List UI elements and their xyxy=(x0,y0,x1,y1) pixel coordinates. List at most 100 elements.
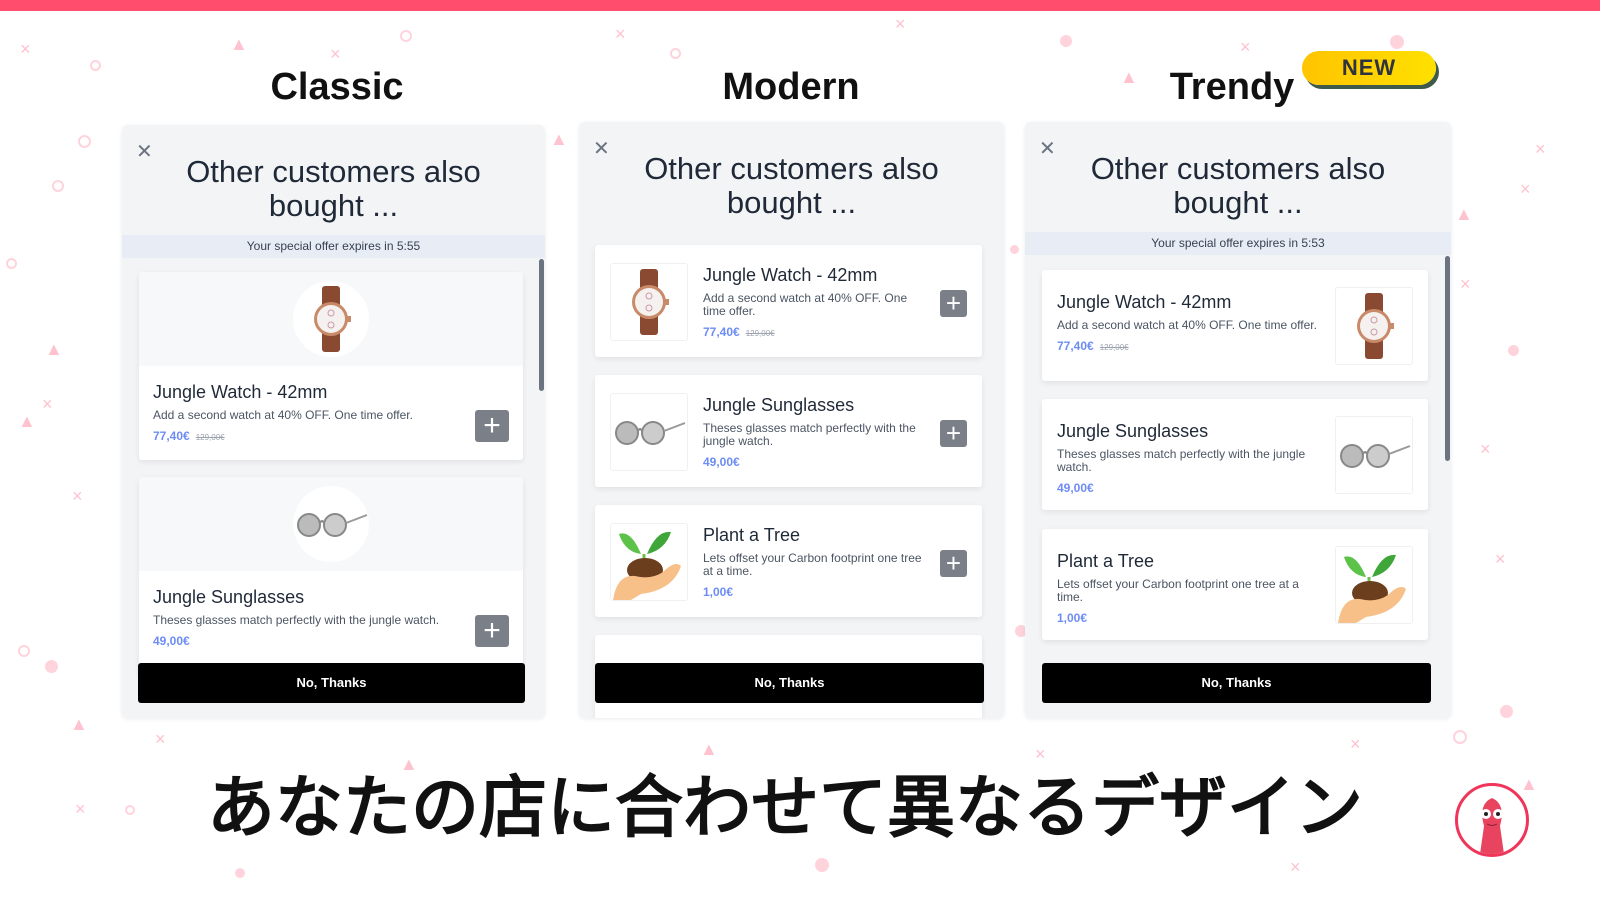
confetti-shape: × xyxy=(1495,549,1506,569)
confetti-dot xyxy=(90,60,101,71)
trendy-popup: ✕ Other customers also bought ... Your s… xyxy=(1025,122,1451,718)
product-description: Add a second watch at 40% OFF. One time … xyxy=(1057,318,1317,332)
confetti-dot xyxy=(1500,705,1513,718)
add-product-button[interactable]: + xyxy=(940,290,967,317)
product-description: Theses glasses match perfectly with the … xyxy=(1057,447,1306,474)
confetti-shape: ▲ xyxy=(70,714,88,734)
confetti-shape: × xyxy=(1535,139,1546,159)
sale-price: 77,40€ xyxy=(703,325,740,339)
classic-popup: ✕ Other customers also bought ... Your s… xyxy=(122,125,545,718)
add-product-button[interactable]: + xyxy=(475,410,509,442)
confetti-shape: ▲ xyxy=(45,339,63,359)
confetti-shape: × xyxy=(1480,439,1491,459)
product-price: 1,00€ xyxy=(703,585,928,599)
confetti-shape: ▲ xyxy=(230,34,248,54)
sale-price: 49,00€ xyxy=(703,455,740,469)
confetti-shape: × xyxy=(895,14,906,34)
confetti-shape: × xyxy=(155,729,166,749)
product-name: Plant a Tree xyxy=(1057,551,1155,571)
no-thanks-button[interactable]: No, Thanks xyxy=(138,663,525,703)
confetti-shape: × xyxy=(1350,734,1361,754)
confetti-dot xyxy=(45,660,58,673)
product-price: 49,00€ xyxy=(703,455,928,469)
watch-icon xyxy=(293,281,369,357)
confetti-dot xyxy=(670,48,681,59)
product-description: Add a second watch at 40% OFF. One time … xyxy=(153,408,413,422)
confetti-dot xyxy=(235,868,245,878)
mascot-avatar xyxy=(1455,783,1529,857)
product-card: Jungle Sunglasses Theses glasses match p… xyxy=(139,477,523,677)
plant-in-hand-icon xyxy=(610,523,688,601)
original-price: 129,00€ xyxy=(195,433,225,442)
confetti-shape: × xyxy=(615,24,626,44)
product-description: Lets offset your Carbon footprint one tr… xyxy=(1057,577,1299,604)
popup-title: Other customers also bought ... xyxy=(186,154,481,223)
product-price: 49,00€ xyxy=(153,634,463,648)
popup-title: Other customers also bought ... xyxy=(644,151,939,220)
product-price: 1,00€ xyxy=(1057,611,1322,625)
original-price: 129,00€ xyxy=(745,329,775,338)
confetti-dot xyxy=(815,858,829,872)
confetti-dot xyxy=(18,645,30,657)
product-price: 77,40€ 129,00€ xyxy=(1057,339,1322,353)
top-accent-bar xyxy=(0,0,1600,11)
sale-price: 49,00€ xyxy=(1057,481,1094,495)
no-thanks-button[interactable]: No, Thanks xyxy=(1042,663,1431,703)
sale-price: 77,40€ xyxy=(153,429,190,443)
product-card: Jungle Sunglasses Theses glasses match p… xyxy=(1042,399,1428,510)
offer-timer: Your special offer expires in 5:55 xyxy=(122,235,545,258)
confetti-dot xyxy=(400,30,412,42)
title-classic: Classic xyxy=(270,66,404,108)
sunglasses-icon xyxy=(1335,416,1413,494)
new-badge: NEW xyxy=(1302,51,1436,85)
product-name: Jungle Watch - 42mm xyxy=(1057,292,1232,312)
confetti-dot xyxy=(6,258,17,269)
confetti-shape: ▲ xyxy=(550,129,568,149)
sale-price: 1,00€ xyxy=(703,585,734,599)
confetti-shape: × xyxy=(42,394,53,414)
product-price: 77,40€ 129,00€ xyxy=(153,429,463,443)
sale-price: 77,40€ xyxy=(1057,339,1094,353)
confetti-dot xyxy=(78,135,91,148)
product-card: Jungle Watch - 42mm Add a second watch a… xyxy=(595,245,982,357)
sunglasses-icon xyxy=(293,486,369,562)
product-description: Add a second watch at 40% OFF. One time … xyxy=(703,291,908,318)
product-description: Theses glasses match perfectly with the … xyxy=(703,421,916,448)
product-price: 49,00€ xyxy=(1057,481,1322,495)
modern-popup: ✕ Other customers also bought ... Jungle… xyxy=(579,122,1004,718)
original-price: 129,00€ xyxy=(1099,343,1129,352)
product-card: Jungle Watch - 42mm Add a second watch a… xyxy=(1042,270,1428,381)
sunglasses-icon xyxy=(610,393,688,471)
product-description: Theses glasses match perfectly with the … xyxy=(153,613,440,627)
confetti-shape: × xyxy=(1460,274,1471,294)
product-name: Plant a Tree xyxy=(703,525,801,545)
watch-icon xyxy=(1335,287,1413,365)
add-product-button[interactable]: + xyxy=(940,420,967,447)
confetti-dot xyxy=(1453,730,1467,744)
confetti-shape: ▲ xyxy=(18,411,36,431)
confetti-shape: × xyxy=(1520,179,1531,199)
confetti-shape: × xyxy=(20,39,31,59)
product-card: Plant a Tree Lets offset your Carbon foo… xyxy=(1042,529,1428,640)
confetti-dot xyxy=(52,180,64,192)
confetti-shape: ▲ xyxy=(1120,67,1138,87)
product-price: 77,40€ 129,00€ xyxy=(703,325,928,339)
confetti-dot xyxy=(1508,345,1519,356)
title-modern: Modern xyxy=(722,66,860,108)
title-trendy: Trendy xyxy=(1169,66,1295,108)
sale-price: 49,00€ xyxy=(153,634,190,648)
scrollbar[interactable] xyxy=(1445,256,1450,461)
no-thanks-button[interactable]: No, Thanks xyxy=(595,663,984,703)
confetti-shape: × xyxy=(1290,857,1301,877)
scrollbar[interactable] xyxy=(539,259,544,391)
add-product-button[interactable]: + xyxy=(475,615,509,647)
product-name: Jungle Watch - 42mm xyxy=(703,265,878,285)
confetti-shape: × xyxy=(72,486,83,506)
add-product-button[interactable]: + xyxy=(940,550,967,577)
confetti-dot xyxy=(1060,35,1072,47)
product-name: Jungle Sunglasses xyxy=(703,395,855,415)
sale-price: 1,00€ xyxy=(1057,611,1088,625)
product-name: Jungle Watch - 42mm xyxy=(153,382,328,402)
plant-in-hand-icon xyxy=(1335,546,1413,624)
popup-title: Other customers also bought ... xyxy=(1090,151,1386,220)
